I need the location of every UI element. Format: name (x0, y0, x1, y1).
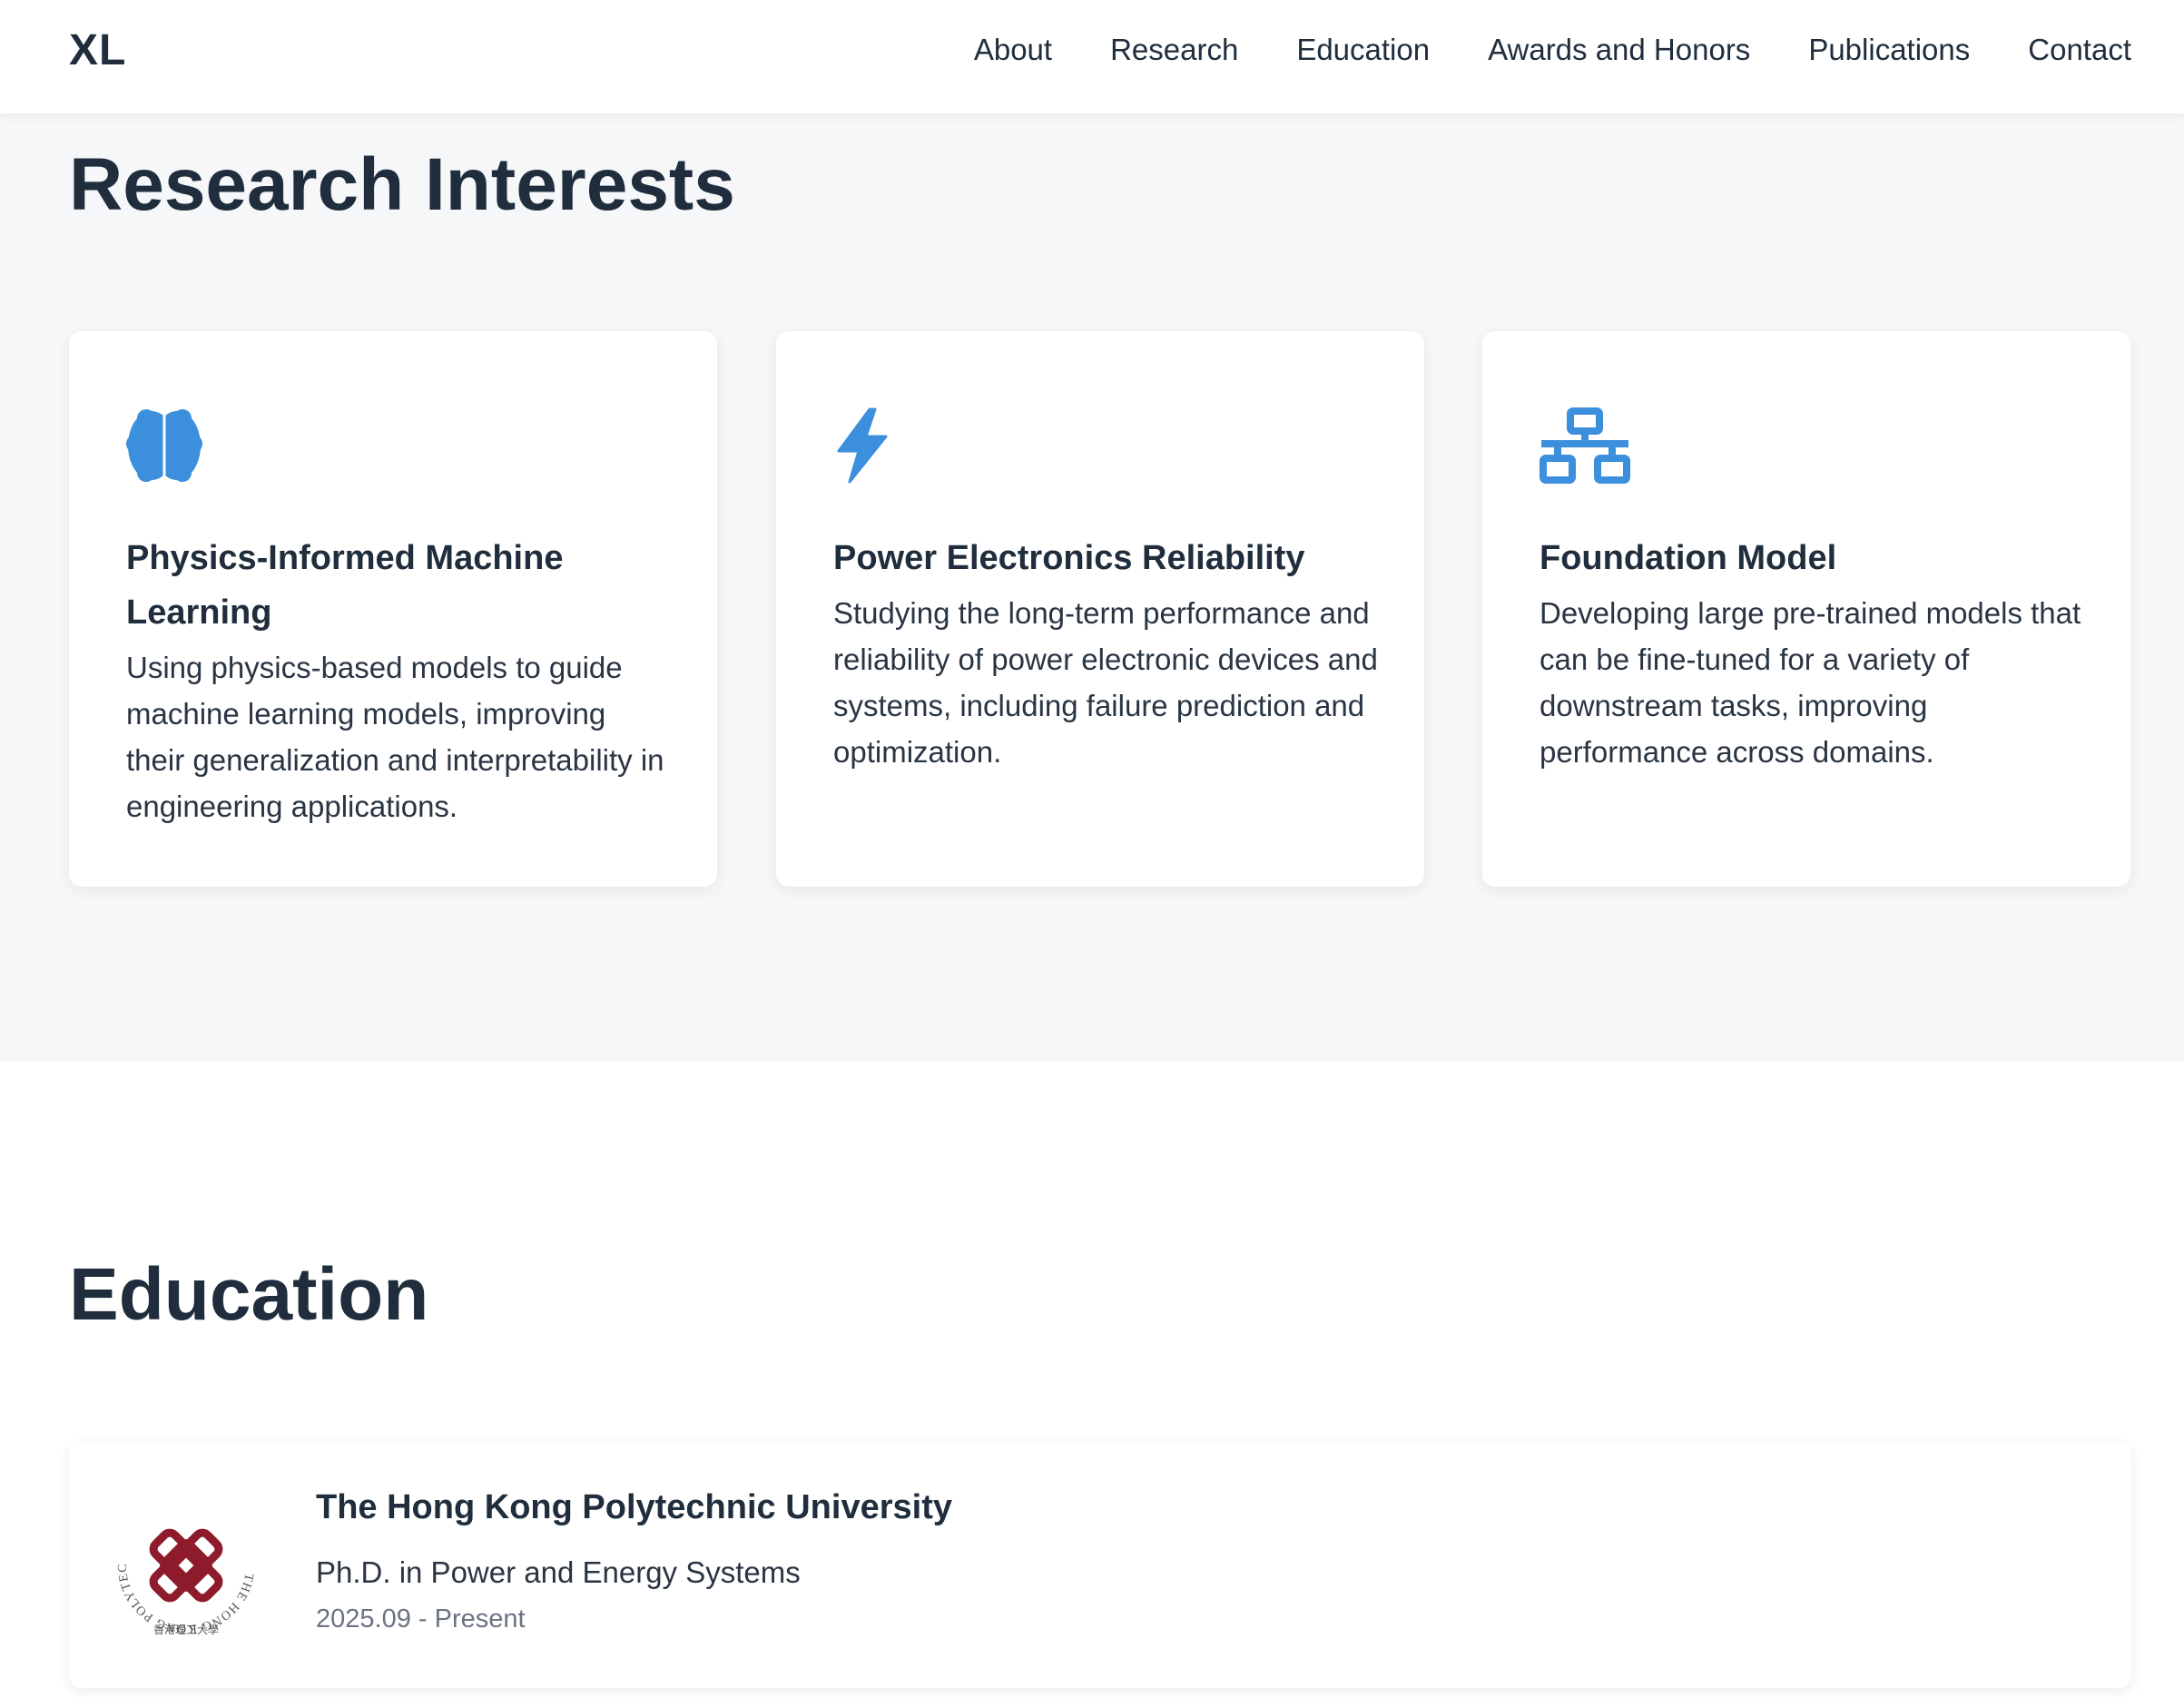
nav-link-education[interactable]: Education (1296, 33, 1430, 67)
nav-link-research[interactable]: Research (1110, 33, 1238, 67)
education-date: 2025.09 - Present (316, 1604, 526, 1633)
nav-links: About Research Education Awards and Hono… (974, 33, 2131, 67)
polyu-logo: THE HONG KONG POLYTECHNIC UNIVERSITY 香港理… (103, 1478, 263, 1643)
research-card-title: Foundation Model (1540, 539, 1837, 577)
research-card-description: Using physics-based models to guide mach… (126, 651, 664, 823)
research-card-foundation: Foundation Model Developing large pre-tr… (1482, 331, 2130, 887)
research-card-description: Studying the long-term performance and r… (833, 596, 1378, 769)
nav-link-awards[interactable]: Awards and Honors (1488, 33, 1750, 67)
research-section: Research Interests Physics-Informed Mach… (0, 113, 2184, 1062)
network-icon (1540, 407, 1630, 484)
education-title: Education (69, 1253, 429, 1336)
research-card-description: Developing large pre-trained models that… (1540, 596, 2081, 769)
research-title: Research Interests (69, 143, 735, 226)
navbar: XL About Research Education Awards and H… (0, 0, 2184, 113)
education-entry: THE HONG KONG POLYTECHNIC UNIVERSITY 香港理… (69, 1443, 2131, 1688)
nav-link-contact[interactable]: Contact (2028, 33, 2131, 67)
education-degree: Ph.D. in Power and Energy Systems (316, 1555, 801, 1589)
research-card-title: Physics-Informed Machine Learning (126, 539, 564, 632)
nav-link-publications[interactable]: Publications (1808, 33, 1970, 67)
nav-link-about[interactable]: About (974, 33, 1052, 67)
research-card-title: Power Electronics Reliability (833, 539, 1305, 577)
site-logo[interactable]: XL (69, 25, 126, 75)
svg-text:THE HONG KONG POLYTECHNIC UNIV: THE HONG KONG POLYTECHNIC UNIVERSITY (109, 1488, 255, 1635)
education-school: The Hong Kong Polytechnic University (316, 1488, 952, 1526)
lightning-bolt-icon (833, 407, 924, 484)
svg-text:香港理工大學: 香港理工大學 (153, 1623, 219, 1636)
brain-icon (126, 407, 217, 484)
research-card-reliability: Power Electronics Reliability Studying t… (776, 331, 1424, 887)
research-card-pinn: Physics-Informed Machine Learning Using … (69, 331, 717, 887)
